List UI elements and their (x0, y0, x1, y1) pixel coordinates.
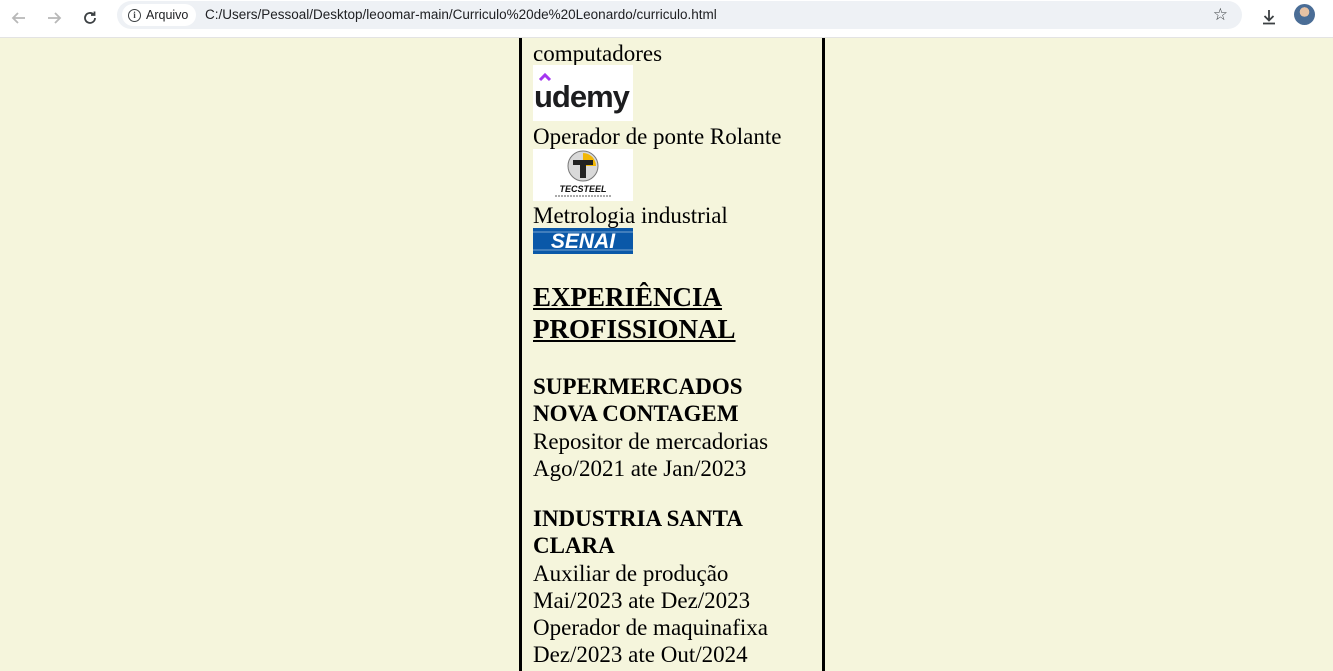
course-name: Metrologia industrial (533, 203, 728, 228)
url-text[interactable]: C:/Users/Pessoal/Desktop/leoomar-main/Cu… (205, 7, 717, 22)
tecsteel-logo: TECSTEEL (533, 149, 633, 201)
job-period: Mai/2023 ate Dez/2023 (533, 588, 751, 613)
address-bar[interactable]: i Arquivo C:/Users/Pessoal/Desktop/leoom… (117, 1, 1242, 29)
senai-logo-text: SENAI (551, 230, 616, 253)
course-name: Operador de ponte Rolante (533, 124, 782, 149)
company-name: SUPERMERCADOS (533, 374, 743, 399)
course-name: computadores (533, 41, 663, 66)
browser-toolbar: i Arquivo C:/Users/Pessoal/Desktop/leoom… (0, 0, 1333, 38)
company-name: INDUSTRIA SANTA (533, 506, 743, 531)
site-info-chip[interactable]: i Arquivo (122, 4, 197, 26)
job-role: Operador de maquinafixa (533, 615, 769, 640)
job-period: Ago/2021 ate Jan/2023 (533, 456, 747, 481)
company-name: NOVA CONTAGEM (533, 401, 739, 426)
company-name: CLARA (533, 533, 615, 558)
forward-icon[interactable] (41, 5, 67, 31)
job-period: Dez/2023 ate Out/2024 (533, 642, 748, 667)
reload-icon[interactable] (77, 5, 103, 31)
resume-column: computadores udemy Operador de ponte Rol… (519, 38, 825, 671)
download-icon[interactable] (1257, 5, 1281, 29)
back-icon[interactable] (6, 5, 32, 31)
profile-avatar[interactable] (1294, 4, 1315, 25)
tecsteel-logo-text: TECSTEEL (559, 184, 606, 194)
job-role: Repositor de mercadorias (533, 429, 769, 454)
udemy-logo: udemy (533, 65, 633, 121)
section-heading: PROFISSIONAL (533, 314, 736, 344)
site-info-label: Arquivo (146, 8, 189, 22)
job-role: Auxiliar de produção (533, 561, 729, 586)
senai-logo: SENAI (533, 228, 633, 254)
info-icon: i (128, 8, 141, 22)
bookmark-star-icon[interactable]: ☆ (1213, 5, 1228, 25)
udemy-logo-text: udemy (534, 79, 631, 114)
section-heading: EXPERIÊNCIA (533, 282, 723, 312)
